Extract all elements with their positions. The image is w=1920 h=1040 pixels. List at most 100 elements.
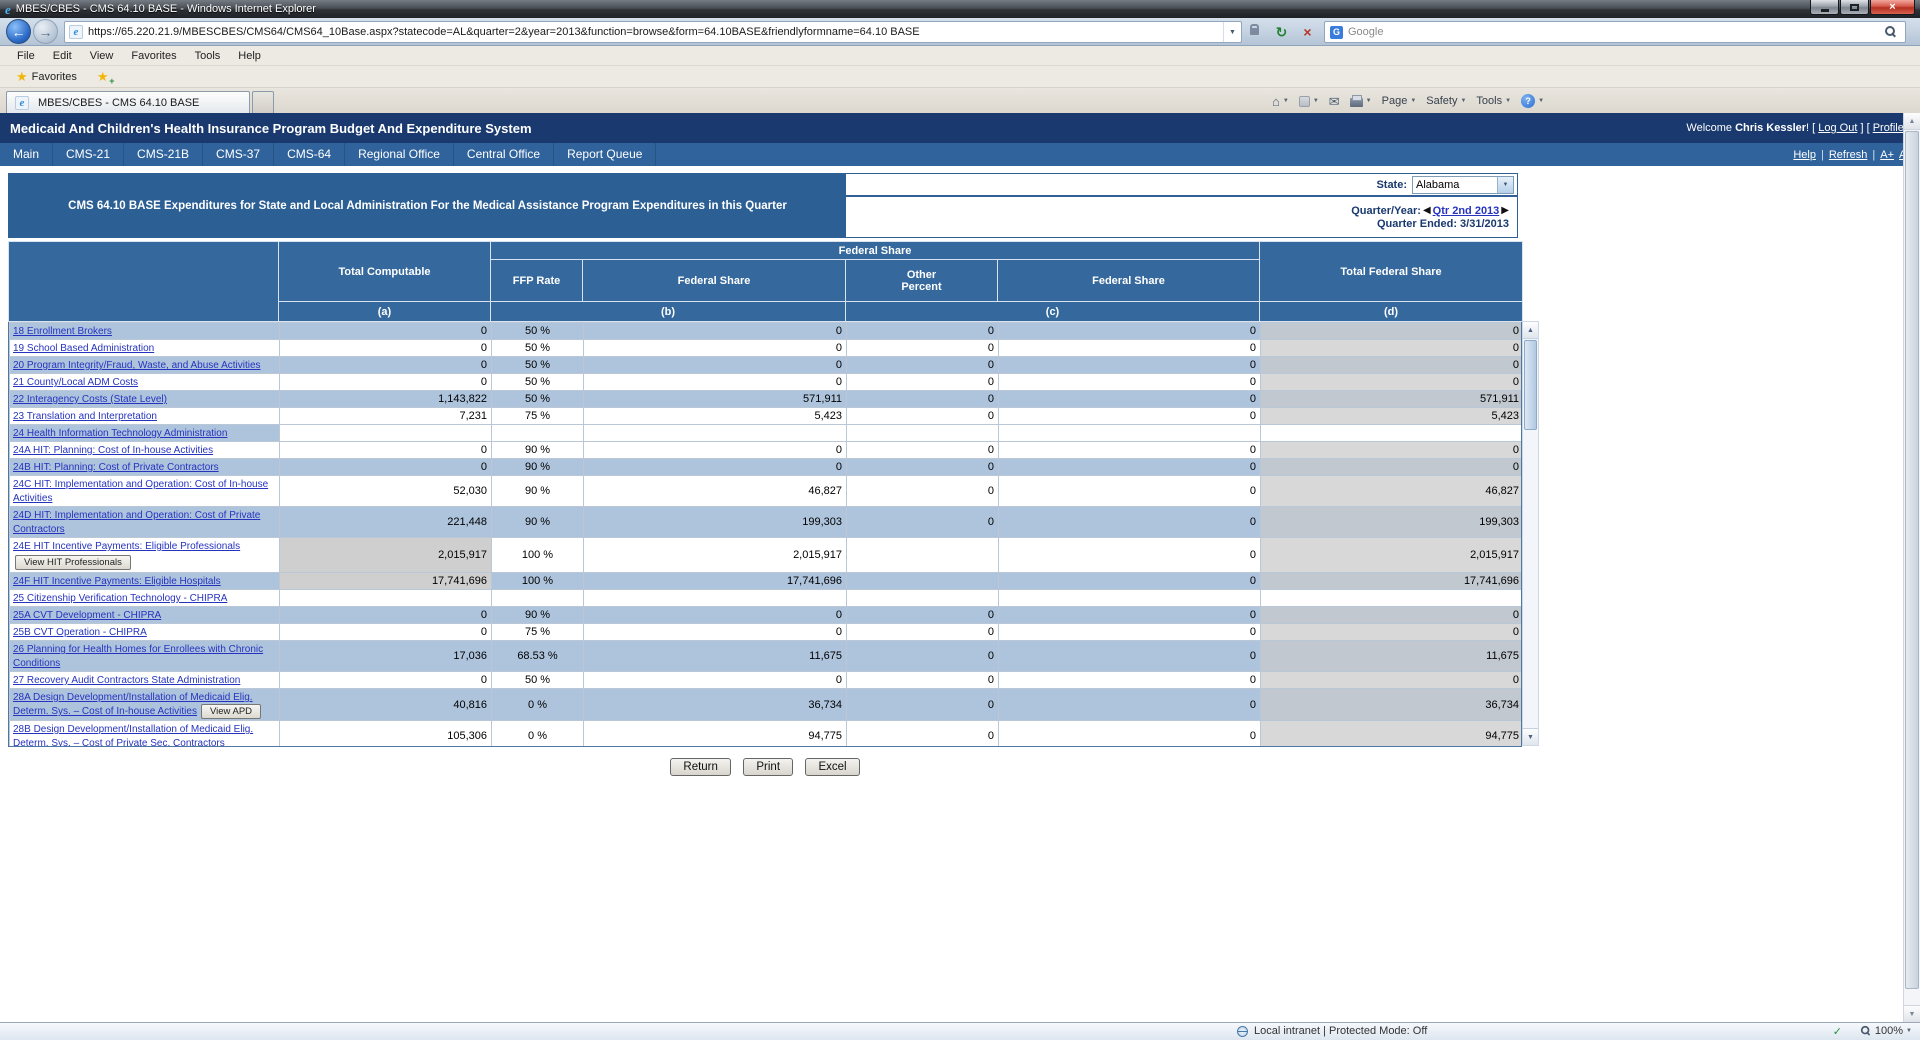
cell-a: 0 [280,607,492,624]
browser-tab[interactable]: e MBES/CBES - CMS 64.10 BASE [6,91,250,113]
feeds-button[interactable]: ▼ [1299,96,1319,107]
print-form-button[interactable]: Print [743,758,793,776]
help-button[interactable]: ?▼ [1521,94,1544,108]
cell-rate: 90 % [492,442,584,459]
row-link[interactable]: 24A HIT: Planning: Cost of In-house Acti… [13,445,213,456]
next-quarter-button[interactable]: ▶ [1501,205,1509,216]
row-link[interactable]: 20 Program Integrity/Fraud, Waste, and A… [13,360,261,371]
nav-cms-21[interactable]: CMS-21 [53,143,124,166]
row-link[interactable]: 22 Interagency Costs (State Level) [13,394,167,405]
tools-menu-button[interactable]: Tools▼ [1476,95,1511,107]
maximize-button[interactable] [1840,0,1869,15]
add-favorite-button[interactable]: ★ + [91,70,115,84]
help-icon: ? [1521,94,1535,108]
cell-b: 0 [584,323,847,340]
menu-tools[interactable]: Tools [186,46,230,66]
row-action-button[interactable]: View APD [201,704,261,719]
cell-d: 2,015,917 [1261,538,1523,573]
row-link[interactable]: 24E HIT Incentive Payments: Eligible Pro… [13,541,240,552]
row-link[interactable]: 21 County/Local ADM Costs [13,377,138,388]
excel-button[interactable]: Excel [805,758,859,776]
scroll-up-button[interactable]: ▲ [1523,322,1538,339]
back-button[interactable]: ← [6,19,31,44]
cell-rate: 100 % [492,538,584,573]
profile-link[interactable]: Profile [1873,122,1904,134]
new-tab-button[interactable] [252,91,274,113]
safety-menu-button[interactable]: Safety▼ [1426,95,1466,107]
row-link[interactable]: 25A CVT Development - CHIPRA [13,610,161,621]
stop-button[interactable]: × [1296,21,1319,43]
cell-d: 46,827 [1261,476,1523,507]
row-link[interactable]: 23 Translation and Interpretation [13,411,157,422]
zoom-control[interactable]: 100% ▼ [1860,1025,1912,1037]
row-link[interactable]: 24 Health Information Technology Adminis… [13,428,227,439]
favorites-button[interactable]: ★ Favorites [8,67,85,87]
url-text: https://65.220.21.9/MBESCBES/CMS64/CMS64… [88,26,1223,38]
cell-a: 1,143,822 [280,391,492,408]
chevron-down-icon: ▼ [1410,98,1416,104]
close-button[interactable]: × [1870,0,1915,15]
logout-link[interactable]: Log Out [1818,122,1857,134]
help-link[interactable]: Help [1793,149,1816,161]
row-link[interactable]: 18 Enrollment Brokers [13,326,112,337]
star-icon: ★ [97,69,109,84]
menu-favorites[interactable]: Favorites [122,46,185,66]
cell-other: 0 [847,442,999,459]
row-link[interactable]: 24D HIT: Implementation and Operation: C… [13,510,260,535]
scrollbar-thumb[interactable] [1524,340,1537,430]
row-link[interactable]: 26 Planning for Health Homes for Enrolle… [13,644,263,669]
row-link[interactable]: 27 Recovery Audit Contractors State Admi… [13,675,240,686]
row-action-button[interactable]: View HIT Professionals [15,555,131,570]
nav-central-office[interactable]: Central Office [454,143,554,166]
nav-cms-64[interactable]: CMS-64 [274,143,345,166]
scroll-down-button[interactable]: ▼ [1523,728,1538,745]
row-link[interactable]: 24C HIT: Implementation and Operation: C… [13,479,268,504]
print-button[interactable]: ▼ [1350,95,1372,107]
return-button[interactable]: Return [670,758,731,776]
page-scrollbar-thumb[interactable] [1905,131,1919,989]
prev-quarter-button[interactable]: ◀ [1423,205,1431,216]
page-menu-button[interactable]: Page▼ [1382,95,1417,107]
cell-c: 0 [999,357,1261,374]
nav-cms-21b[interactable]: CMS-21B [124,143,203,166]
cell-other: 0 [847,507,999,538]
row-link[interactable]: 19 School Based Administration [13,343,154,354]
home-button[interactable]: ⌂▼ [1272,95,1289,108]
menu-edit[interactable]: Edit [44,46,81,66]
nav-main[interactable]: Main [0,143,53,166]
select-arrow-icon[interactable]: ▼ [1497,177,1513,193]
address-dropdown-icon[interactable]: ▼ [1223,22,1241,42]
nav-regional-office[interactable]: Regional Office [345,143,454,166]
minimize-button[interactable] [1810,0,1839,15]
cell-a: 17,036 [280,641,492,672]
page-scroll-down-button[interactable]: ▼ [1904,1005,1920,1022]
menu-file[interactable]: File [8,46,44,66]
refresh-button[interactable]: ↻ [1270,21,1293,43]
row-link[interactable]: 28B Design Development/Installation of M… [13,724,253,747]
font-increase-link[interactable]: A+ [1880,149,1894,161]
row-link[interactable]: 25 Citizenship Verification Technology -… [13,593,227,604]
row-link[interactable]: 24B HIT: Planning: Cost of Private Contr… [13,462,219,473]
menu-view[interactable]: View [81,46,123,66]
read-mail-button[interactable]: ✉ [1329,95,1340,108]
cell-c: 0 [999,459,1261,476]
state-select[interactable]: Alabama ▼ [1412,176,1514,194]
search-icon[interactable] [1885,26,1897,38]
search-box[interactable]: G Google [1324,21,1906,43]
browser-scrollbar[interactable]: ▲ ▼ [1903,113,1920,1022]
quarter-link[interactable]: Qtr 2nd 2013 [1433,205,1500,217]
table-row: 18 Enrollment Brokers050 %0000 [10,323,1523,340]
row-link[interactable]: 25B CVT Operation - CHIPRA [13,627,147,638]
forward-button[interactable]: → [33,19,58,44]
address-bar[interactable]: e https://65.220.21.9/MBESCBES/CMS64/CMS… [64,21,1242,43]
refresh-link[interactable]: Refresh [1829,149,1868,161]
nav-cms-37[interactable]: CMS-37 [203,143,274,166]
page-scroll-up-button[interactable]: ▲ [1904,113,1920,130]
table-scrollbar[interactable]: ▲ ▼ [1522,321,1539,746]
row-link[interactable]: 24F HIT Incentive Payments: Eligible Hos… [13,576,221,587]
cell-rate: 75 % [492,408,584,425]
feeds-icon [1299,96,1310,107]
menu-help[interactable]: Help [229,46,270,66]
cell-d [1261,425,1523,442]
nav-report-queue[interactable]: Report Queue [554,143,656,166]
